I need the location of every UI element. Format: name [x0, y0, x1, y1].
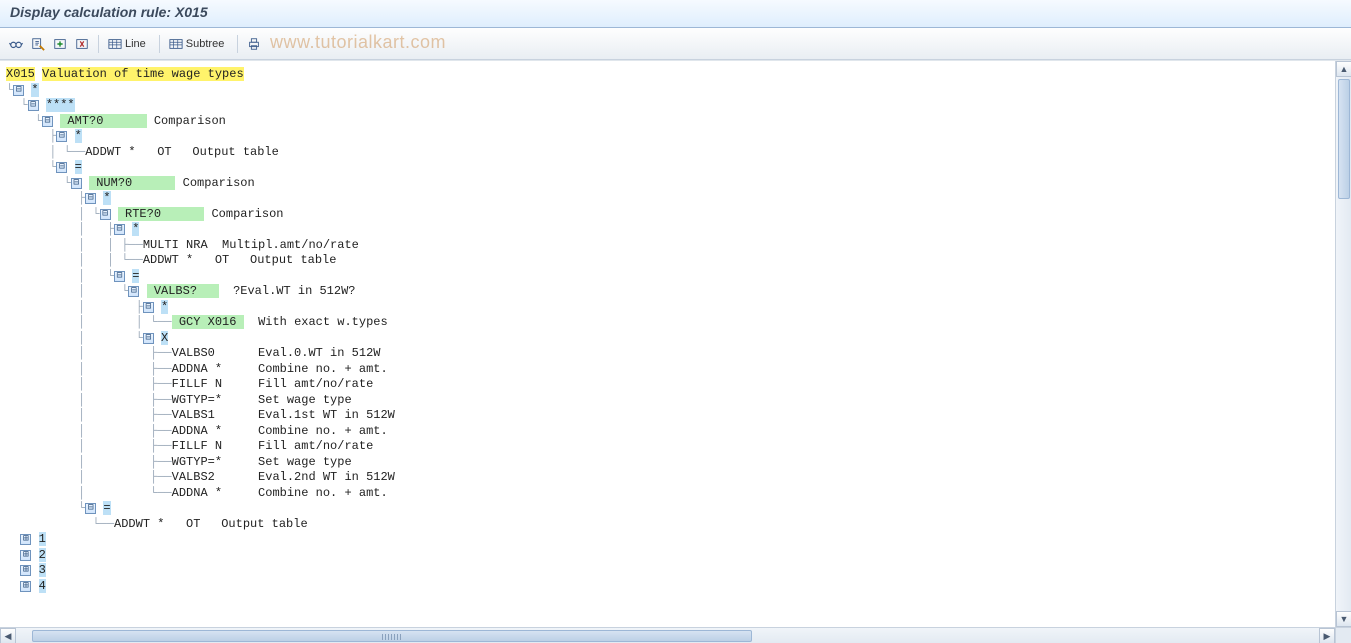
subtree-button[interactable]: Subtree [166, 34, 232, 54]
tree-node[interactable]: └⊟ NUM?0 Comparison [6, 176, 1335, 192]
expand-icon[interactable]: ⊞ [20, 565, 31, 576]
tree: X015 Valuation of time wage types └⊟ * └… [0, 61, 1335, 627]
tree-node[interactable]: ⊞ 2 [6, 548, 1335, 564]
tree-leaf[interactable]: └──ADDWT *OT Output table [6, 517, 1335, 533]
tree-node[interactable]: └⊟ **** [6, 98, 1335, 114]
cut-button[interactable] [72, 34, 92, 54]
tree-node[interactable]: │ ├⊟ * [6, 300, 1335, 316]
horizontal-scrollbar[interactable]: ◀ ▶ [0, 627, 1335, 643]
attributes-icon [31, 37, 45, 51]
tree-node[interactable]: ├⊟ * [6, 129, 1335, 145]
tree-node[interactable]: │ ├⊟ * [6, 222, 1335, 238]
tree-leaf[interactable]: │ ├──VALBS1 Eval.1st WT in 512W [6, 408, 1335, 424]
expand-icon[interactable]: ⊞ [20, 550, 31, 561]
tree-leaf[interactable]: │ ├──VALBS0 Eval.0.WT in 512W [6, 346, 1335, 362]
toolbar-separator [98, 35, 99, 53]
tree-leaf[interactable]: │ │ ├──MULTI NRA Multipl.amt/no/rate [6, 238, 1335, 254]
toolbar-separator [159, 35, 160, 53]
subtree-button-label: Subtree [186, 38, 225, 50]
tree-node[interactable]: │ └⊟ VALBS? ?Eval.WT in 512W? [6, 284, 1335, 300]
tree-node[interactable]: ⊞ 3 [6, 563, 1335, 579]
collapse-icon[interactable]: ⊟ [28, 100, 39, 111]
tree-leaf[interactable]: │ └──ADDWT *OT Output table [6, 145, 1335, 161]
content-area: X015 Valuation of time wage types └⊟ * └… [0, 60, 1351, 643]
print-button[interactable] [244, 34, 264, 54]
tree-node[interactable]: ⊞ 1 [6, 532, 1335, 548]
scroll-right-button[interactable]: ▶ [1319, 628, 1335, 643]
tree-leaf[interactable]: │ ├──ADDNA * Combine no. + amt. [6, 424, 1335, 440]
tree-leaf[interactable]: │ ├──WGTYP=* Set wage type [6, 455, 1335, 471]
glasses-icon [9, 37, 23, 51]
collapse-icon[interactable]: ⊟ [114, 224, 125, 235]
collapse-icon[interactable]: ⊟ [71, 178, 82, 189]
tree-node[interactable]: └⊟ = [6, 160, 1335, 176]
expand-icon[interactable]: ⊞ [20, 581, 31, 592]
toolbar-separator [237, 35, 238, 53]
collapse-icon[interactable]: ⊟ [114, 271, 125, 282]
tree-leaf[interactable]: │ ├──VALBS2 Eval.2nd WT in 512W [6, 470, 1335, 486]
insert-icon [53, 37, 67, 51]
tree-node[interactable]: │ └⊟ X [6, 331, 1335, 347]
line-button[interactable]: Line [105, 34, 153, 54]
window-title-text: Display calculation rule: X015 [10, 4, 208, 20]
collapse-icon[interactable]: ⊟ [143, 333, 154, 344]
scroll-left-button[interactable]: ◀ [0, 628, 16, 643]
tree-leaf[interactable]: │ ├──ADDNA * Combine no. + amt. [6, 362, 1335, 378]
collapse-icon[interactable]: ⊟ [85, 193, 96, 204]
toolbar: Line Subtree www.tutorialkart.com [0, 28, 1351, 60]
scrollbar-corner [1335, 627, 1351, 643]
tree-leaf[interactable]: │ ├──FILLF N Fill amt/no/rate [6, 439, 1335, 455]
collapse-icon[interactable]: ⊟ [143, 302, 154, 313]
collapse-icon[interactable]: ⊟ [128, 286, 139, 297]
scroll-thumb[interactable] [1338, 79, 1350, 199]
tree-leaf[interactable]: │ └──ADDNA * Combine no. + amt. [6, 486, 1335, 502]
display-object-button[interactable] [6, 34, 26, 54]
window-title: Display calculation rule: X015 [0, 0, 1351, 28]
tree-leaf[interactable]: │ ├──WGTYP=* Set wage type [6, 393, 1335, 409]
tree-leaf[interactable]: │ │ └──ADDWT *OT Output table [6, 253, 1335, 269]
collapse-icon[interactable]: ⊟ [85, 503, 96, 514]
line-icon [108, 37, 122, 51]
expand-icon[interactable]: ⊞ [20, 534, 31, 545]
tree-node[interactable]: └⊟ AMT?0 Comparison [6, 114, 1335, 130]
scroll-thumb[interactable] [32, 630, 752, 642]
watermark: www.tutorialkart.com [270, 32, 446, 53]
vertical-scrollbar[interactable]: ▲ ▼ [1335, 61, 1351, 627]
collapse-icon[interactable]: ⊟ [13, 85, 24, 96]
scroll-up-button[interactable]: ▲ [1336, 61, 1351, 77]
cut-icon [75, 37, 89, 51]
tree-node[interactable]: │ └⊟ RTE?0 Comparison [6, 207, 1335, 223]
tree-node[interactable]: └⊟ * [6, 83, 1335, 99]
collapse-icon[interactable]: ⊟ [56, 131, 67, 142]
tree-leaf[interactable]: │ │ └── GCY X016 With exact w.types [6, 315, 1335, 331]
collapse-icon[interactable]: ⊟ [42, 116, 53, 127]
tree-root[interactable]: X015 Valuation of time wage types [6, 67, 1335, 83]
tree-leaf[interactable]: │ ├──FILLF N Fill amt/no/rate [6, 377, 1335, 393]
tree-node[interactable]: ⊞ 4 [6, 579, 1335, 595]
line-button-label: Line [125, 38, 146, 50]
tree-node[interactable]: ├⊟ * [6, 191, 1335, 207]
insert-button[interactable] [50, 34, 70, 54]
collapse-icon[interactable]: ⊟ [100, 209, 111, 220]
subtree-icon [169, 37, 183, 51]
tree-node[interactable]: │ └⊟ = [6, 269, 1335, 285]
tree-node[interactable]: └⊟ = [6, 501, 1335, 517]
print-icon [247, 37, 261, 51]
collapse-icon[interactable]: ⊟ [56, 162, 67, 173]
attributes-button[interactable] [28, 34, 48, 54]
scroll-down-button[interactable]: ▼ [1336, 611, 1351, 627]
